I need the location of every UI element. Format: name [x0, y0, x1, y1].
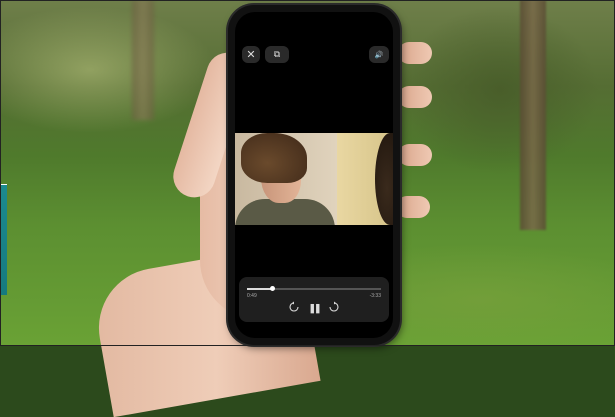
scrubber-handle[interactable]	[270, 286, 276, 291]
picture-in-picture-button[interactable]: ⧉	[265, 46, 289, 63]
close-icon: ✕	[246, 49, 256, 61]
forward-button[interactable]	[327, 301, 341, 318]
remaining-time: -3:33	[369, 293, 381, 299]
tree-trunk	[520, 0, 546, 230]
pause-button[interactable]: ❚❚	[307, 301, 321, 315]
finger	[396, 196, 430, 218]
slide-edge-panel	[0, 184, 7, 295]
volume-icon: 🔊	[374, 51, 384, 59]
finger	[398, 42, 432, 64]
scrubber-track[interactable]	[247, 286, 381, 291]
rewind-icon	[289, 301, 299, 312]
pause-icon: ❚❚	[308, 303, 321, 313]
pip-icon: ⧉	[273, 49, 281, 59]
playback-controls: 0:49 -3:33 ❚❚	[239, 277, 389, 322]
finger	[398, 144, 432, 166]
finger	[398, 86, 432, 108]
forward-icon	[329, 301, 339, 312]
close-button[interactable]: ✕	[242, 46, 260, 63]
phone-screen: ✕ ⧉ 🔊 0:49 -3:33 ❚❚	[235, 12, 393, 338]
smartphone: ✕ ⧉ 🔊 0:49 -3:33 ❚❚	[228, 5, 400, 345]
video-frame[interactable]	[235, 133, 393, 225]
elapsed-time: 0:49	[247, 293, 257, 299]
video-person-hair	[241, 133, 307, 183]
scrubber-progress	[247, 288, 273, 290]
rewind-button[interactable]	[287, 301, 301, 318]
volume-button[interactable]: 🔊	[369, 46, 389, 63]
